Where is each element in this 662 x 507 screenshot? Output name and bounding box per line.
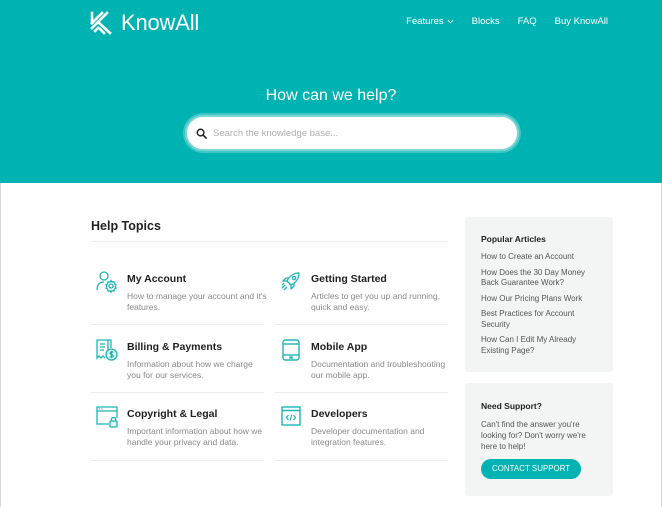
help-topics-title: Help Topics <box>91 219 161 233</box>
browser-code-icon <box>281 406 301 426</box>
tablet-icon <box>282 339 300 361</box>
topic-description: How to manage your account and it's feat… <box>127 291 267 312</box>
topic-title: Developers <box>311 408 368 420</box>
popular-article-link[interactable]: How Our Pricing Plans Work <box>481 294 597 305</box>
nav-faq[interactable]: FAQ <box>518 16 537 27</box>
hero-title: How can we help? <box>265 87 397 104</box>
search-icon <box>196 128 207 139</box>
topic-description: Developer documentation and integration … <box>311 426 425 447</box>
divider <box>91 324 264 325</box>
rocket-icon <box>281 272 300 291</box>
chevron-down-icon <box>447 19 454 24</box>
support-text: Can't find the answer you're looking for… <box>481 420 586 451</box>
topic-title: Billing & Payments <box>127 341 223 353</box>
popular-article-link[interactable]: Best Practices for Account Security <box>481 309 591 330</box>
divider <box>275 392 448 393</box>
nav-features-label: Features <box>406 16 444 27</box>
nav-blocks[interactable]: Blocks <box>472 16 500 27</box>
search-input[interactable] <box>213 127 503 139</box>
popular-article-link[interactable]: How to Create an Account <box>481 252 597 263</box>
topic-description: Articles to get you up and running, quic… <box>311 291 440 312</box>
topic-description: Information about how we charge you for … <box>127 359 253 380</box>
topic-title: Mobile App <box>311 341 368 353</box>
browser-lock-icon <box>96 406 118 428</box>
brand-name: KnowAll <box>121 10 200 35</box>
contact-support-button[interactable]: CONTACT SUPPORT <box>481 459 582 479</box>
popular-articles-card: Popular Articles How to Create an Accoun… <box>465 217 613 372</box>
top-nav: Features Blocks FAQ Buy KnowAll <box>388 16 608 27</box>
divider <box>91 241 448 242</box>
topic-title: Getting Started <box>311 273 387 285</box>
brand-logo[interactable]: KnowAll <box>90 10 199 36</box>
nav-buy[interactable]: Buy KnowAll <box>555 16 608 27</box>
topic-title: My Account <box>127 273 187 285</box>
knowall-logo-icon <box>90 11 112 35</box>
invoice-dollar-icon <box>96 339 118 361</box>
divider <box>91 460 264 461</box>
popular-article-link[interactable]: How Does the 30 Day Money Back Guarantee… <box>481 268 593 289</box>
divider <box>275 460 448 461</box>
topic-description: Documentation and troubleshooting our mo… <box>311 359 446 380</box>
topic-title: Copyright & Legal <box>127 408 218 420</box>
topic-description: Important information about how we handl… <box>127 426 263 447</box>
nav-features[interactable]: Features <box>406 16 454 27</box>
divider <box>275 324 448 325</box>
support-title: Need Support? <box>481 401 542 411</box>
support-card: Need Support? Can't find the answer you'… <box>465 383 613 496</box>
divider <box>91 392 264 393</box>
popular-article-link[interactable]: How Can I Edit My Already Existing Page? <box>481 335 591 356</box>
user-gear-icon <box>96 271 117 294</box>
nav-faq-label: FAQ <box>517 16 537 27</box>
nav-buy-label: Buy KnowAll <box>554 16 608 27</box>
search-bar[interactable] <box>185 115 519 151</box>
nav-blocks-label: Blocks <box>471 16 500 27</box>
popular-articles-title: Popular Articles <box>481 234 546 244</box>
